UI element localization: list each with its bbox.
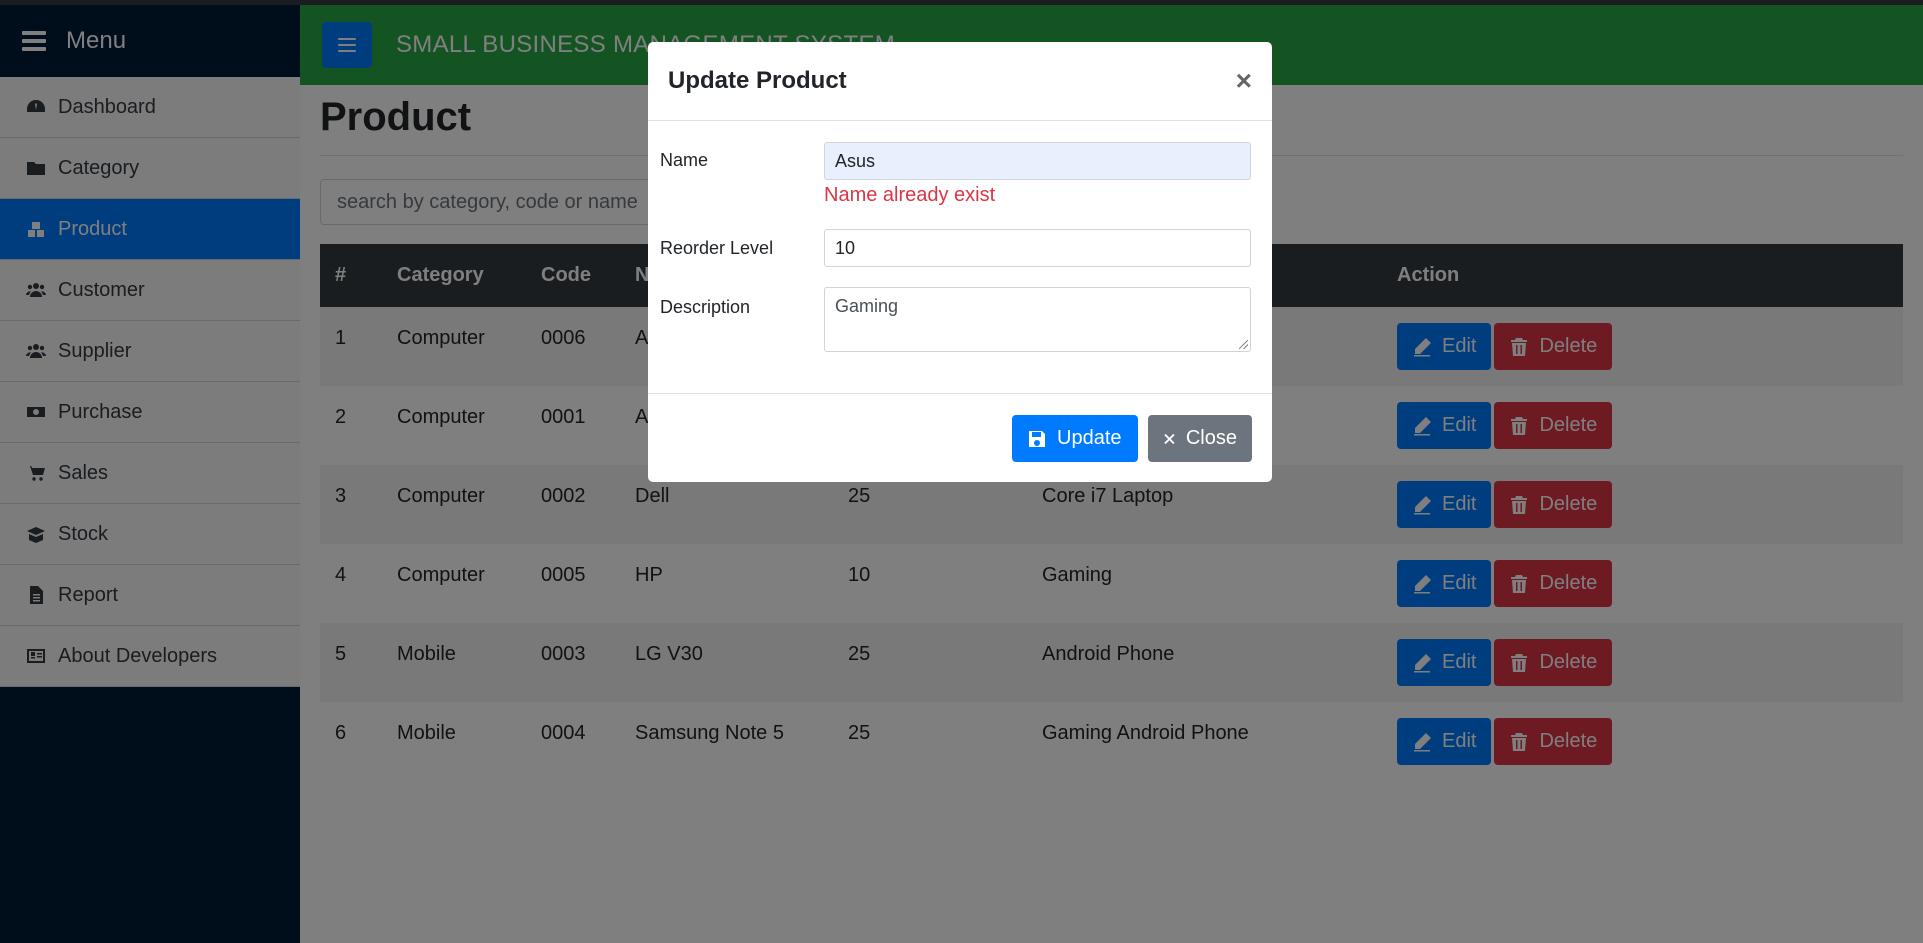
description-label: Description — [660, 297, 751, 317]
name-field[interactable]: Asus — [824, 142, 1251, 180]
update-button-label: Update — [1057, 427, 1122, 449]
reorder-level-value: 10 — [835, 237, 856, 258]
name-label: Name — [660, 150, 709, 170]
save-icon — [1029, 430, 1045, 447]
description-value: Gaming — [835, 296, 899, 316]
modal-footer: Update Close — [648, 393, 1272, 482]
name-error-message: Name already exist — [824, 184, 996, 206]
close-icon[interactable]: × — [1236, 67, 1252, 95]
times-icon — [1164, 433, 1175, 444]
close-button-label: Close — [1185, 427, 1237, 449]
description-field[interactable]: Gaming — [824, 287, 1251, 352]
name-field-value: Asus — [835, 150, 876, 171]
modal-header: Update Product × — [648, 42, 1272, 121]
update-button[interactable]: Update — [1012, 415, 1138, 462]
reorder-level-field[interactable]: 10 — [824, 229, 1251, 267]
reorder-level-label: Reorder Level — [660, 238, 774, 258]
resize-handle[interactable] — [1239, 340, 1248, 349]
update-product-modal: Update Product × Name Asus Name already … — [648, 42, 1272, 482]
close-button[interactable]: Close — [1148, 415, 1252, 462]
modal-title: Update Product — [668, 67, 847, 94]
